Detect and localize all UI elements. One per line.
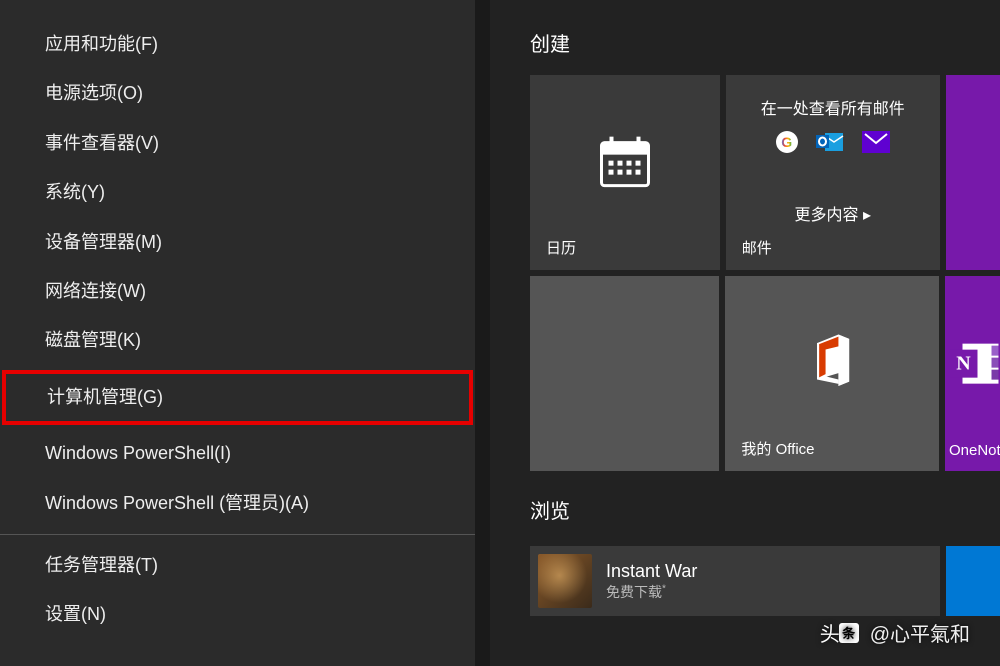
mail-label: 邮件 <box>742 237 924 258</box>
winx-context-menu: 应用和功能(F) 电源选项(O) 事件查看器(V) 系统(Y) 设备管理器(M)… <box>0 0 475 666</box>
svg-text:N: N <box>956 352 971 374</box>
mail-tile[interactable]: 在一处查看所有邮件 G 更多内容 ▸ 邮件 <box>726 75 940 270</box>
start-tiles-panel: 创建 日历 <box>490 0 1000 666</box>
browse-section-header[interactable]: 浏览 <box>490 471 1000 538</box>
mail-provider-icons: G <box>726 130 940 154</box>
tile-gray-blank[interactable] <box>530 276 719 471</box>
menu-item-system[interactable]: 系统(Y) <box>0 168 475 217</box>
onenote-icon: N <box>948 335 1000 394</box>
menu-item-powershell[interactable]: Windows PowerShell(I) <box>0 429 475 478</box>
watermark: 头 @心平氣和 <box>817 617 970 648</box>
menu-item-computer-management[interactable]: 计算机管理(G) <box>2 370 473 425</box>
tile-partial-purple[interactable] <box>946 75 1000 270</box>
menu-item-settings[interactable]: 设置(N) <box>0 590 475 639</box>
onenote-tile[interactable]: N OneNote <box>945 276 1000 471</box>
office-label: 我的 Office <box>741 438 923 459</box>
yahoo-mail-icon <box>862 131 890 153</box>
office-tile[interactable]: 我的 Office <box>725 276 939 471</box>
menu-item-apps-features[interactable]: 应用和功能(F) <box>0 20 475 69</box>
instant-war-title: Instant War <box>606 561 697 582</box>
calendar-label: 日历 <box>546 237 704 258</box>
menu-item-task-manager[interactable]: 任务管理器(T) <box>0 541 475 590</box>
menu-item-power-options[interactable]: 电源选项(O) <box>0 69 475 118</box>
menu-item-event-viewer[interactable]: 事件查看器(V) <box>0 119 475 168</box>
instant-war-thumb <box>538 554 592 608</box>
instant-war-sub: 免费下载* <box>606 582 697 602</box>
menu-divider <box>0 534 475 535</box>
create-section-header[interactable]: 创建 <box>490 0 1000 75</box>
onenote-label: OneNote <box>949 442 984 459</box>
google-icon: G <box>776 131 798 153</box>
office-icon <box>802 332 862 396</box>
calendar-icon <box>597 134 652 193</box>
menu-item-device-manager[interactable]: 设备管理器(M) <box>0 218 475 267</box>
calendar-tile[interactable]: 日历 <box>530 75 720 270</box>
toutiao-logo-icon <box>839 623 859 643</box>
mail-sub-text: 更多内容 ▸ <box>726 201 940 225</box>
watermark-text: @心平氣和 <box>870 618 970 647</box>
tile-partial-blue[interactable] <box>946 546 1000 616</box>
outlook-icon <box>816 130 844 154</box>
mail-top-text: 在一处查看所有邮件 <box>726 95 940 119</box>
menu-item-powershell-admin[interactable]: Windows PowerShell (管理员)(A) <box>0 479 475 528</box>
menu-item-disk-management[interactable]: 磁盘管理(K) <box>0 316 475 365</box>
menu-item-network-connections[interactable]: 网络连接(W) <box>0 267 475 316</box>
instant-war-tile[interactable]: Instant War 免费下载* <box>530 546 940 616</box>
